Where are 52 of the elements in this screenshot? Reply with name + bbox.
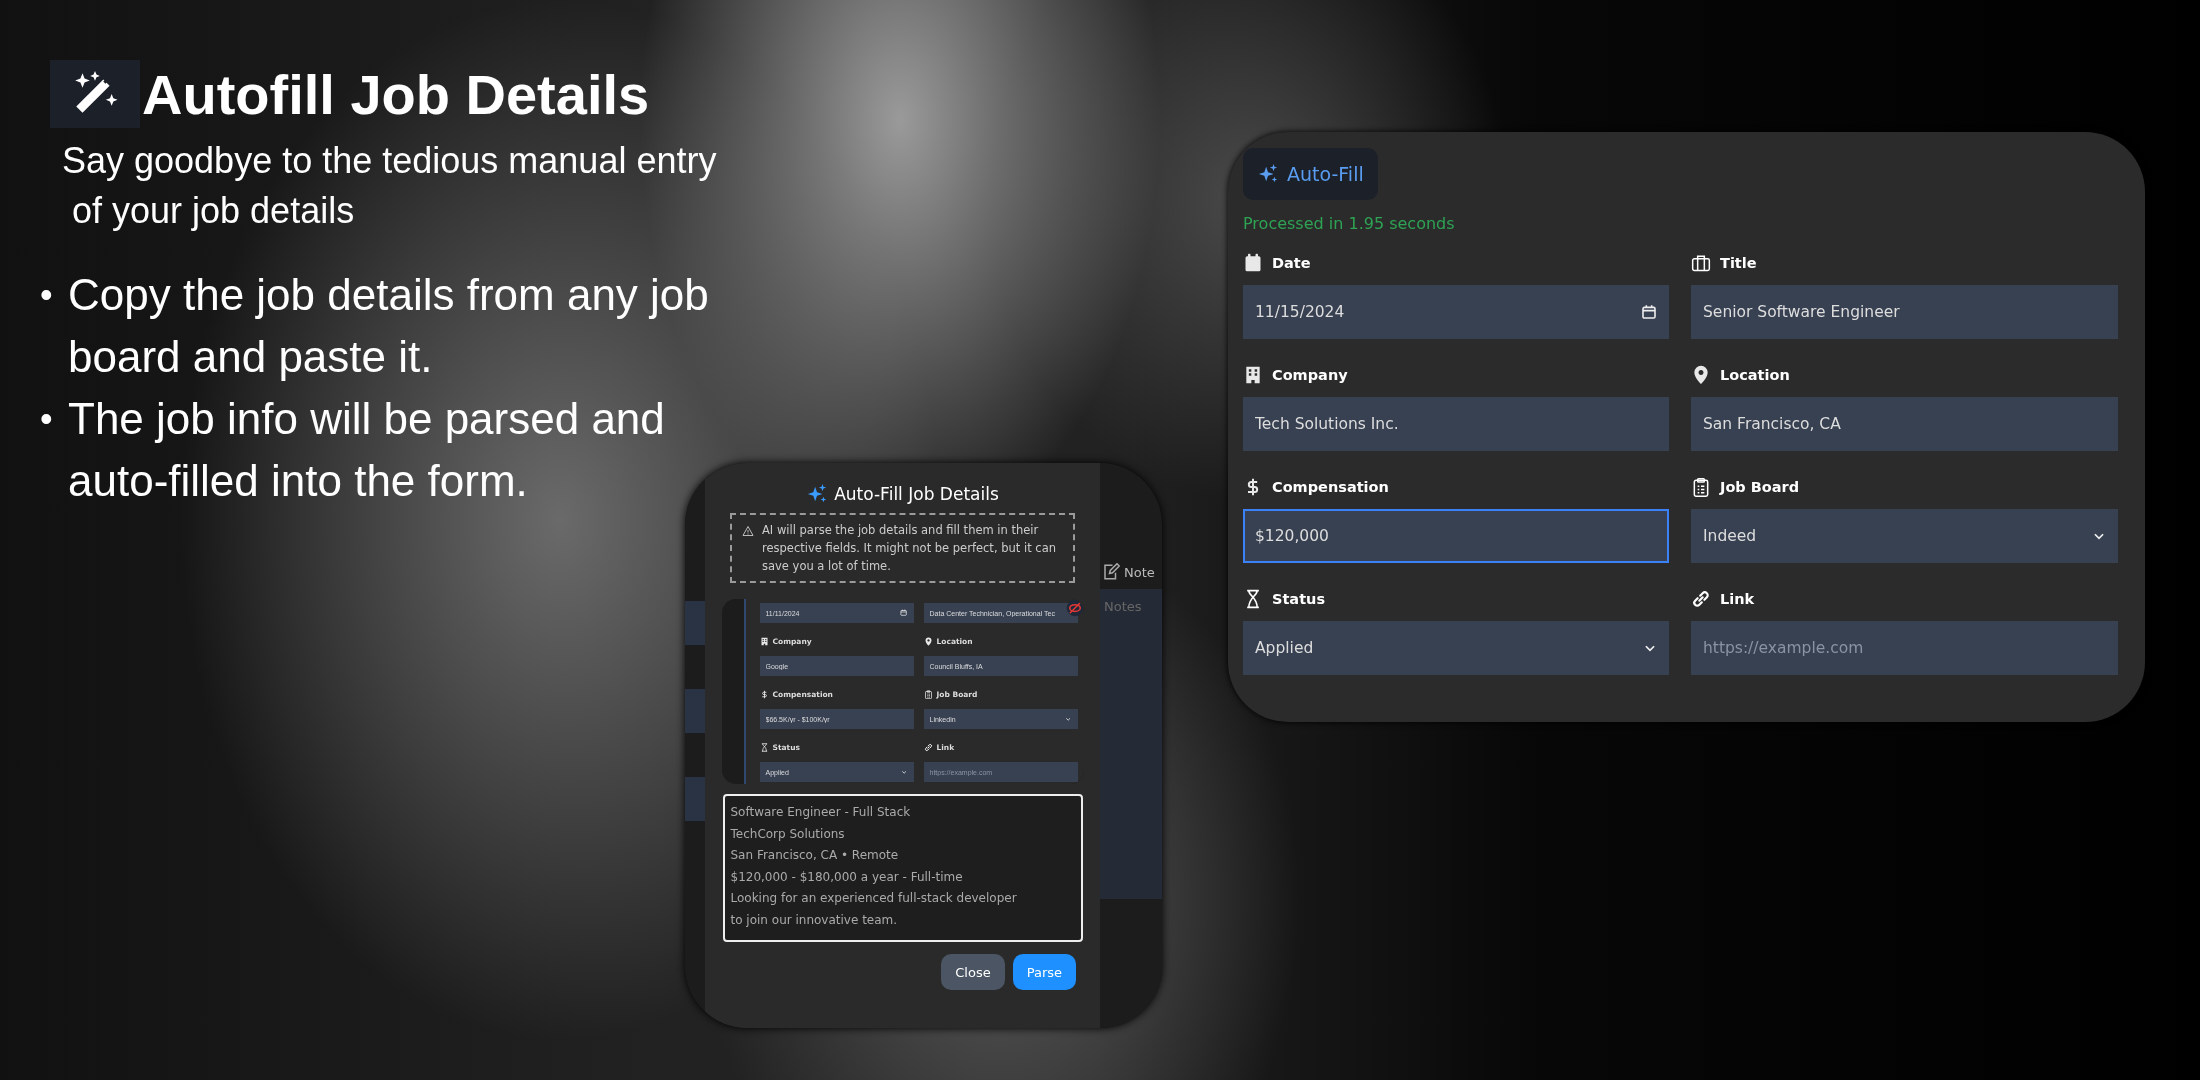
input-field[interactable]: Tech Solutions Inc.	[1243, 397, 1669, 451]
field-label: Status	[1272, 591, 1326, 607]
link-icon	[923, 742, 933, 752]
field-label: Compensation	[1272, 479, 1389, 495]
field-label: Date	[1272, 255, 1311, 271]
input-field[interactable]: Senior Software Engineer	[1691, 285, 2118, 339]
calendar-icon	[1641, 304, 1657, 320]
location-pin-icon	[1691, 365, 1711, 385]
calendar-icon	[1243, 253, 1263, 273]
page-title: Autofill Job Details	[142, 61, 650, 127]
building-icon	[1243, 365, 1263, 385]
dropdown[interactable]: Indeed	[1691, 509, 2118, 563]
date-field[interactable]: 11/15/2024	[1243, 285, 1669, 339]
clipboard-icon	[923, 689, 933, 699]
input-field[interactable]: $120,000	[1243, 509, 1669, 563]
sparkle-icon	[1257, 163, 1279, 185]
close-button[interactable]: Close	[941, 954, 1005, 990]
bullet-marker: •	[40, 397, 54, 441]
magic-wand-icon	[50, 60, 140, 128]
hourglass-icon	[759, 742, 769, 752]
field-label: Link	[1720, 591, 1755, 607]
building-icon	[759, 636, 769, 646]
field-label: Location	[1720, 367, 1790, 383]
subtitle: Say goodbye to the tedious manual entry	[62, 139, 718, 183]
bullet-marker: •	[40, 273, 54, 317]
field-label: Job Board	[1720, 479, 1800, 495]
briefcase-icon	[1691, 253, 1711, 273]
bullet-text: The job info will be parsed and auto-filled into the form.	[68, 393, 666, 507]
calendar-icon	[900, 609, 908, 617]
clipboard-icon	[1691, 477, 1711, 497]
subtitle: of your job details	[71, 189, 356, 233]
eye-slash-icon	[1065, 599, 1084, 617]
sparkle-icon	[806, 483, 829, 505]
note-edit-icon	[1102, 563, 1120, 581]
status-text: Processed in 1.95 seconds	[1243, 214, 1456, 233]
dropdown[interactable]: Applied	[1243, 621, 1669, 675]
job-description-field[interactable]: Software Engineer - Full Stack TechCorp Solutions San Francisco, CA • Remote $120,000 - $180,000 a year - Full-time Looking for an experienced full-stack developer to join our innovative team.	[722, 794, 1083, 942]
chevron-down-icon	[901, 768, 908, 776]
bullet-text: Copy the job details from any job board and paste it.	[68, 269, 710, 383]
warning-icon	[742, 525, 754, 537]
chevron-down-icon	[1065, 715, 1072, 723]
input-field[interactable]: San Francisco, CA	[1691, 397, 2118, 451]
field-label: Title	[1720, 255, 1757, 271]
auto-fill-button[interactable]: Auto-Fill	[1243, 148, 1378, 200]
field-label: Company	[1272, 367, 1348, 383]
input-field[interactable]: https://example.com	[1691, 621, 2118, 675]
notice-text: AI will parse the job details and fill them in their respective fields. It might not be perfect, but it can save you a lot of time.	[762, 522, 1057, 575]
notes-heading: Note	[1124, 564, 1155, 580]
dollar-icon	[759, 689, 769, 699]
link-icon	[1691, 589, 1711, 609]
location-pin-icon	[923, 636, 933, 646]
dialog-title: Auto-Fill Job Details	[834, 484, 999, 504]
